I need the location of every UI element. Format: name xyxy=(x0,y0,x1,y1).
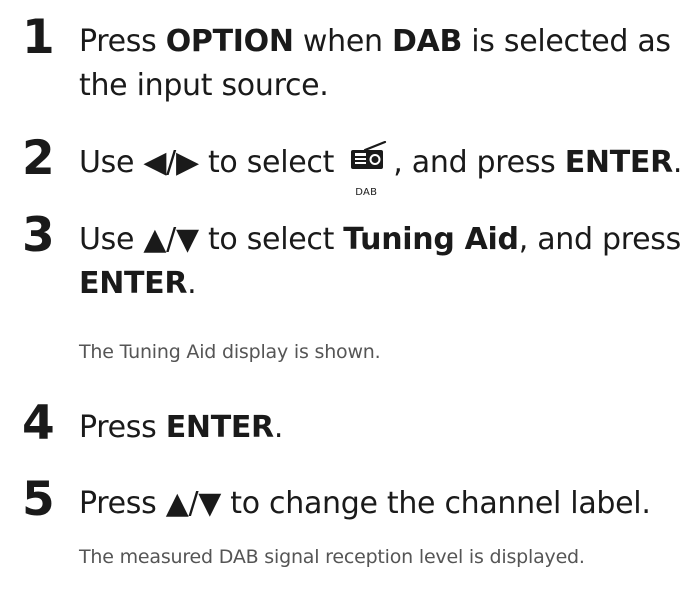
dab-keyword: DAB xyxy=(391,24,463,59)
step-text-part: Press xyxy=(79,410,166,445)
radio-icon: DAB xyxy=(345,141,389,198)
step-text: Press ▲/▼ to change the channel label. xyxy=(79,482,683,526)
step-text-part: Use ◀/▶ to select xyxy=(79,145,344,180)
step-number: 2 xyxy=(22,131,55,186)
step-number: 1 xyxy=(22,10,55,65)
step-number: 3 xyxy=(22,208,55,263)
step-text: Press ENTER. xyxy=(79,406,683,450)
step-text-part: . xyxy=(273,410,284,445)
radio-icon-graphic xyxy=(351,141,387,169)
step-note: The measured DAB signal reception level … xyxy=(79,546,585,568)
radio-icon-label: DAB xyxy=(355,187,378,198)
step-text-part: , and press xyxy=(393,145,565,180)
step-number: 4 xyxy=(22,396,55,451)
step-text-part: Press ▲/▼ to change the channel label. xyxy=(79,486,651,521)
step-text-part: . xyxy=(672,145,683,180)
step-text: Press OPTION when DAB is selected as the… xyxy=(79,20,683,108)
step-text-part: , and press xyxy=(518,222,681,257)
enter-keyword: ENTER xyxy=(79,266,188,301)
step-text-part: Press xyxy=(79,24,166,59)
step-text: Use ◀/▶ to select DAB , and press ENTER. xyxy=(79,141,683,198)
step-text-part: . xyxy=(187,266,197,301)
step-text: Use ▲/▼ to select Tuning Aid, and press … xyxy=(79,218,683,306)
step-text-part: Use ▲/▼ to select xyxy=(79,222,344,257)
option-keyword: OPTION xyxy=(165,24,294,59)
step-number: 5 xyxy=(22,472,55,527)
tuning-aid-keyword: Tuning Aid xyxy=(343,222,519,257)
enter-keyword: ENTER xyxy=(165,410,274,445)
step-note: The Tuning Aid display is shown. xyxy=(79,341,381,363)
enter-keyword: ENTER xyxy=(564,145,673,180)
step-text-part: when xyxy=(293,24,392,59)
